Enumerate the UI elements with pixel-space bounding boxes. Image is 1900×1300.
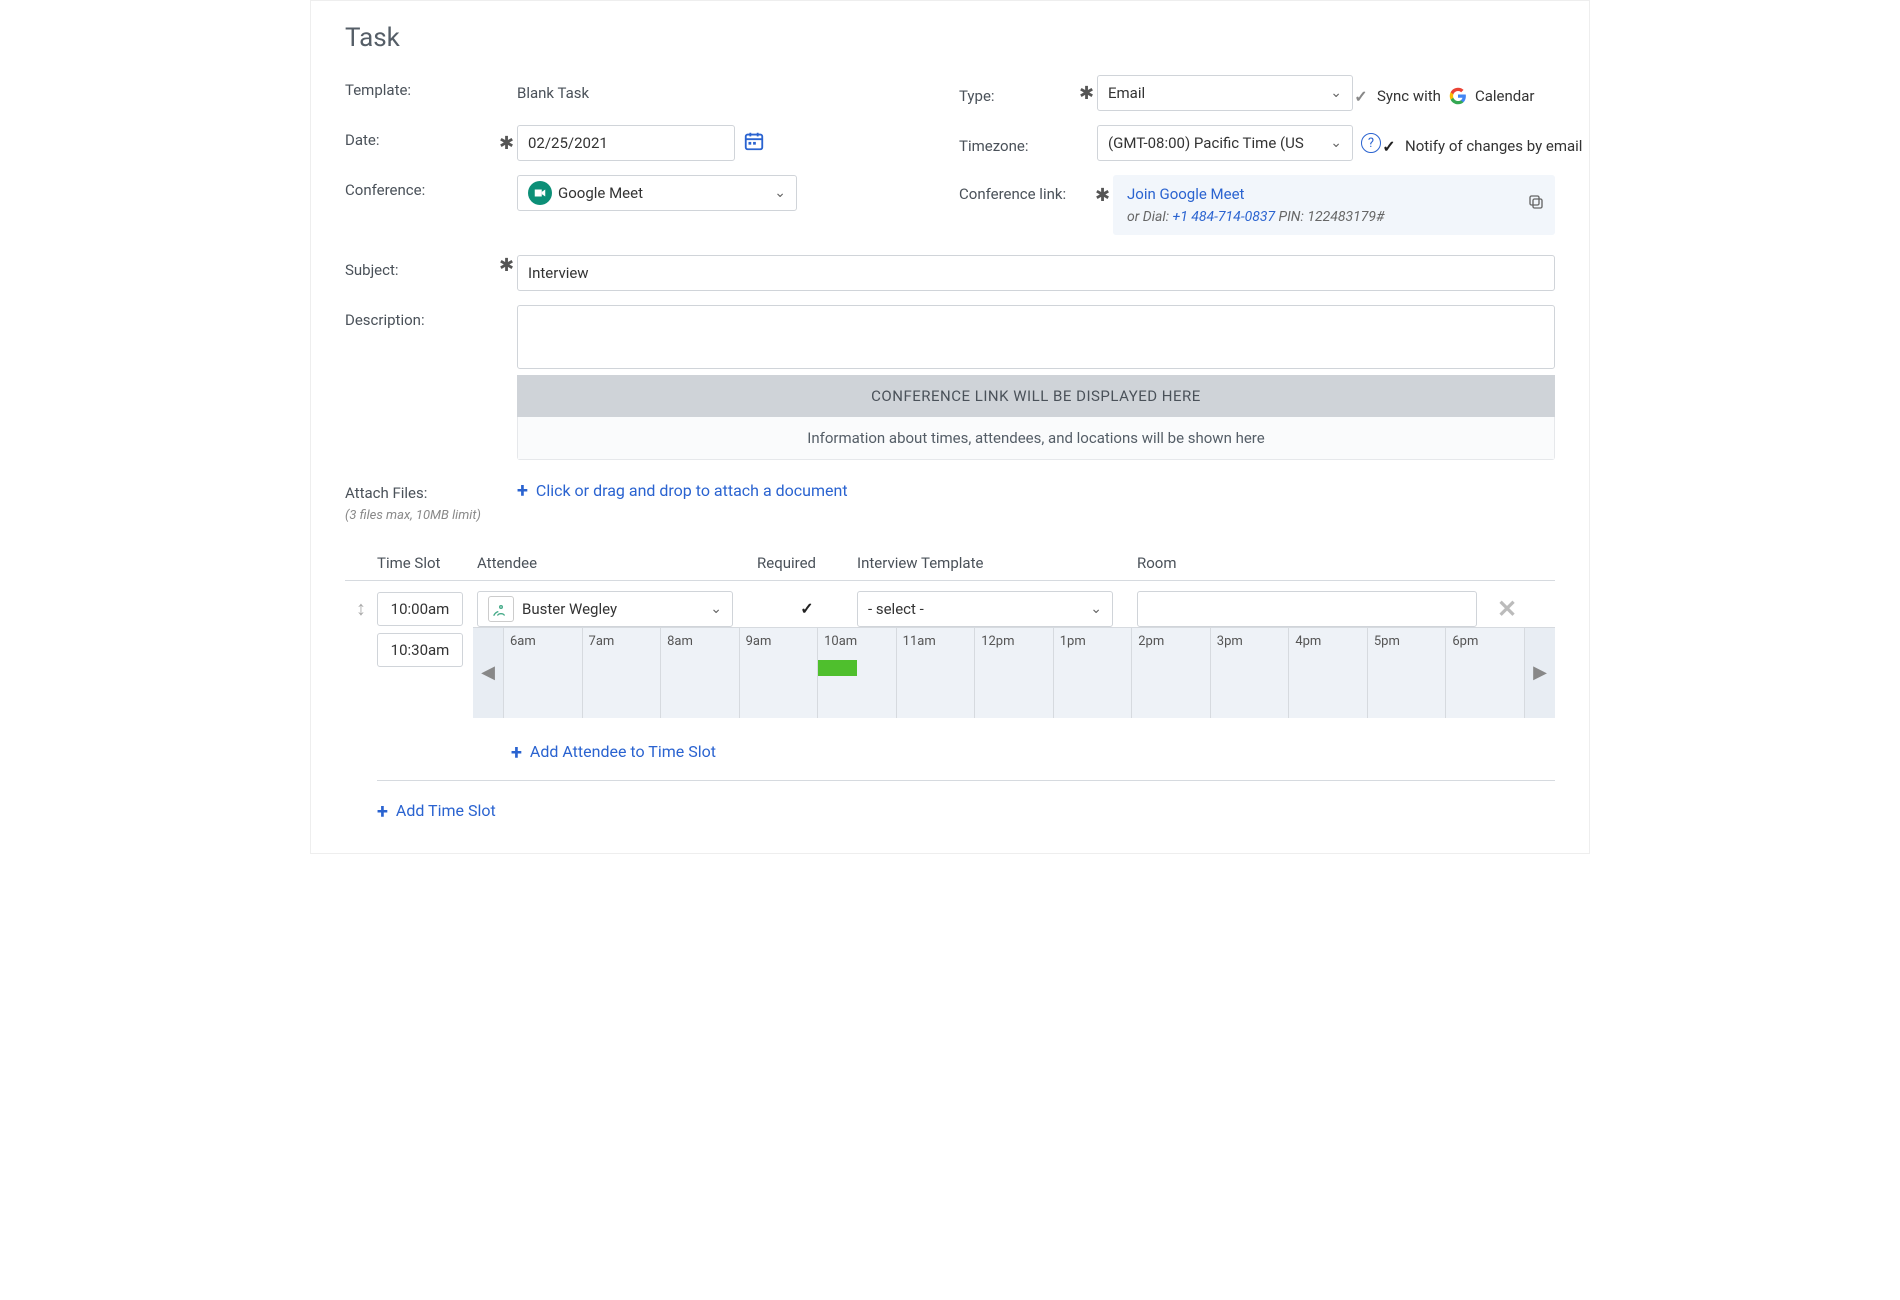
calendar-icon[interactable]	[743, 130, 765, 157]
timeline-hour: 6am	[503, 628, 583, 718]
timezone-label: Timezone:	[959, 131, 1079, 155]
attach-link[interactable]: + Click or drag and drop to attach a doc…	[517, 478, 848, 502]
header-attendee: Attendee	[473, 554, 757, 572]
conference-select[interactable]: Google Meet ⌄	[517, 175, 797, 211]
slot-end-input[interactable]: 10:30am	[377, 633, 463, 667]
date-input[interactable]: 02/25/2021	[517, 125, 735, 161]
timeline-event[interactable]	[818, 660, 857, 676]
notify-checkbox[interactable]	[1381, 138, 1397, 154]
delete-row-icon[interactable]: ✕	[1497, 595, 1517, 623]
interview-template-value: - select -	[868, 600, 924, 618]
conference-select-value: Google Meet	[558, 184, 643, 202]
join-meet-link[interactable]: Join Google Meet	[1127, 185, 1244, 203]
add-attendee-button[interactable]: + Add Attendee to Time Slot	[511, 740, 716, 764]
avatar-icon	[488, 596, 514, 622]
calendar-word: Calendar	[1475, 87, 1535, 105]
page-title: Task	[345, 23, 1555, 53]
timeline[interactable]: 6am7am8am9am10am11am12pm1pm2pm3pm4pm5pm6…	[503, 628, 1525, 718]
timeline-hour: 9am	[740, 628, 819, 718]
plus-icon: +	[511, 740, 522, 764]
notify-label: Notify of changes by email	[1405, 137, 1582, 155]
conference-link-box: Join Google Meet or Dial: +1 484-714-083…	[1113, 175, 1555, 235]
attendee-name: Buster Wegley	[522, 600, 617, 618]
timeline-hour: 5pm	[1368, 628, 1447, 718]
sync-checkbox[interactable]	[1353, 88, 1369, 104]
copy-icon[interactable]	[1527, 193, 1545, 216]
interview-template-select[interactable]: - select - ⌄	[857, 591, 1113, 627]
template-value: Blank Task	[517, 84, 589, 102]
help-icon[interactable]: ?	[1361, 133, 1381, 153]
slot-start-input[interactable]: 10:00am	[377, 592, 463, 626]
timeline-hour: 8am	[661, 628, 740, 718]
timeline-hour: 11am	[897, 628, 976, 718]
timezone-select-value: (GMT-08:00) Pacific Time (US	[1108, 134, 1304, 152]
timeline-hour: 1pm	[1054, 628, 1133, 718]
subject-input[interactable]: Interview	[517, 255, 1555, 291]
google-logo-icon	[1449, 87, 1467, 105]
timeline-hour: 3pm	[1211, 628, 1290, 718]
date-input-value: 02/25/2021	[528, 134, 608, 152]
conference-label: Conference:	[345, 175, 499, 199]
header-room: Room	[1137, 554, 1497, 572]
conf-placeholder-banner: CONFERENCE LINK WILL BE DISPLAYED HERE	[517, 375, 1555, 417]
dial-label: or Dial:	[1127, 209, 1169, 225]
plus-icon: +	[377, 799, 388, 823]
pin-label: PIN:	[1279, 209, 1304, 225]
timeline-next-button[interactable]: ▶	[1525, 628, 1555, 718]
sync-label: Sync with	[1377, 87, 1441, 105]
google-meet-icon	[528, 181, 552, 205]
header-time: Time Slot	[377, 554, 473, 572]
add-time-slot-button[interactable]: + Add Time Slot	[377, 799, 496, 823]
timeline-hour: 6pm	[1446, 628, 1525, 718]
description-textarea[interactable]	[517, 305, 1555, 369]
subject-input-value: Interview	[528, 264, 589, 282]
room-input[interactable]	[1137, 591, 1477, 627]
add-attendee-text: Add Attendee to Time Slot	[530, 742, 716, 761]
description-label: Description:	[345, 305, 499, 329]
type-select[interactable]: Email ⌄	[1097, 75, 1353, 111]
timeline-hour: 10am	[818, 628, 897, 718]
pin-value: 122483179#	[1307, 209, 1384, 225]
chevron-down-icon: ⌄	[774, 185, 786, 201]
timezone-select[interactable]: (GMT-08:00) Pacific Time (US ⌄	[1097, 125, 1353, 161]
type-label: Type:	[959, 81, 1079, 105]
subject-label: Subject:	[345, 255, 499, 279]
attach-cta-text: Click or drag and drop to attach a docum…	[536, 481, 848, 500]
attach-label: Attach Files: (3 files max, 10MB limit)	[345, 478, 499, 524]
timeline-prev-button[interactable]: ◀	[473, 628, 503, 718]
timeline-hour: 7am	[583, 628, 662, 718]
chevron-down-icon: ⌄	[1090, 601, 1102, 617]
template-label: Template:	[345, 75, 499, 99]
type-select-value: Email	[1108, 84, 1145, 102]
chevron-down-icon: ⌄	[1330, 135, 1342, 151]
attach-sublabel: (3 files max, 10MB limit)	[345, 508, 499, 524]
date-label: Date:	[345, 125, 499, 149]
plus-icon: +	[517, 478, 528, 502]
chevron-down-icon: ⌄	[1330, 85, 1342, 101]
drag-handle-icon[interactable]: ↕	[345, 596, 377, 621]
header-required: Required	[757, 554, 857, 572]
attendee-select[interactable]: Buster Wegley ⌄	[477, 591, 733, 627]
chevron-down-icon: ⌄	[710, 601, 722, 617]
timeline-hour: 4pm	[1289, 628, 1368, 718]
timeline-hour: 2pm	[1132, 628, 1211, 718]
info-placeholder-banner: Information about times, attendees, and …	[517, 417, 1555, 460]
timeline-hour: 12pm	[975, 628, 1054, 718]
header-template: Interview Template	[857, 554, 1137, 572]
add-time-slot-text: Add Time Slot	[396, 801, 496, 820]
dial-phone-link[interactable]: +1 484-714-0837	[1173, 209, 1276, 225]
required-checkbox[interactable]	[799, 601, 815, 617]
conference-link-label: Conference link:	[959, 175, 1095, 203]
